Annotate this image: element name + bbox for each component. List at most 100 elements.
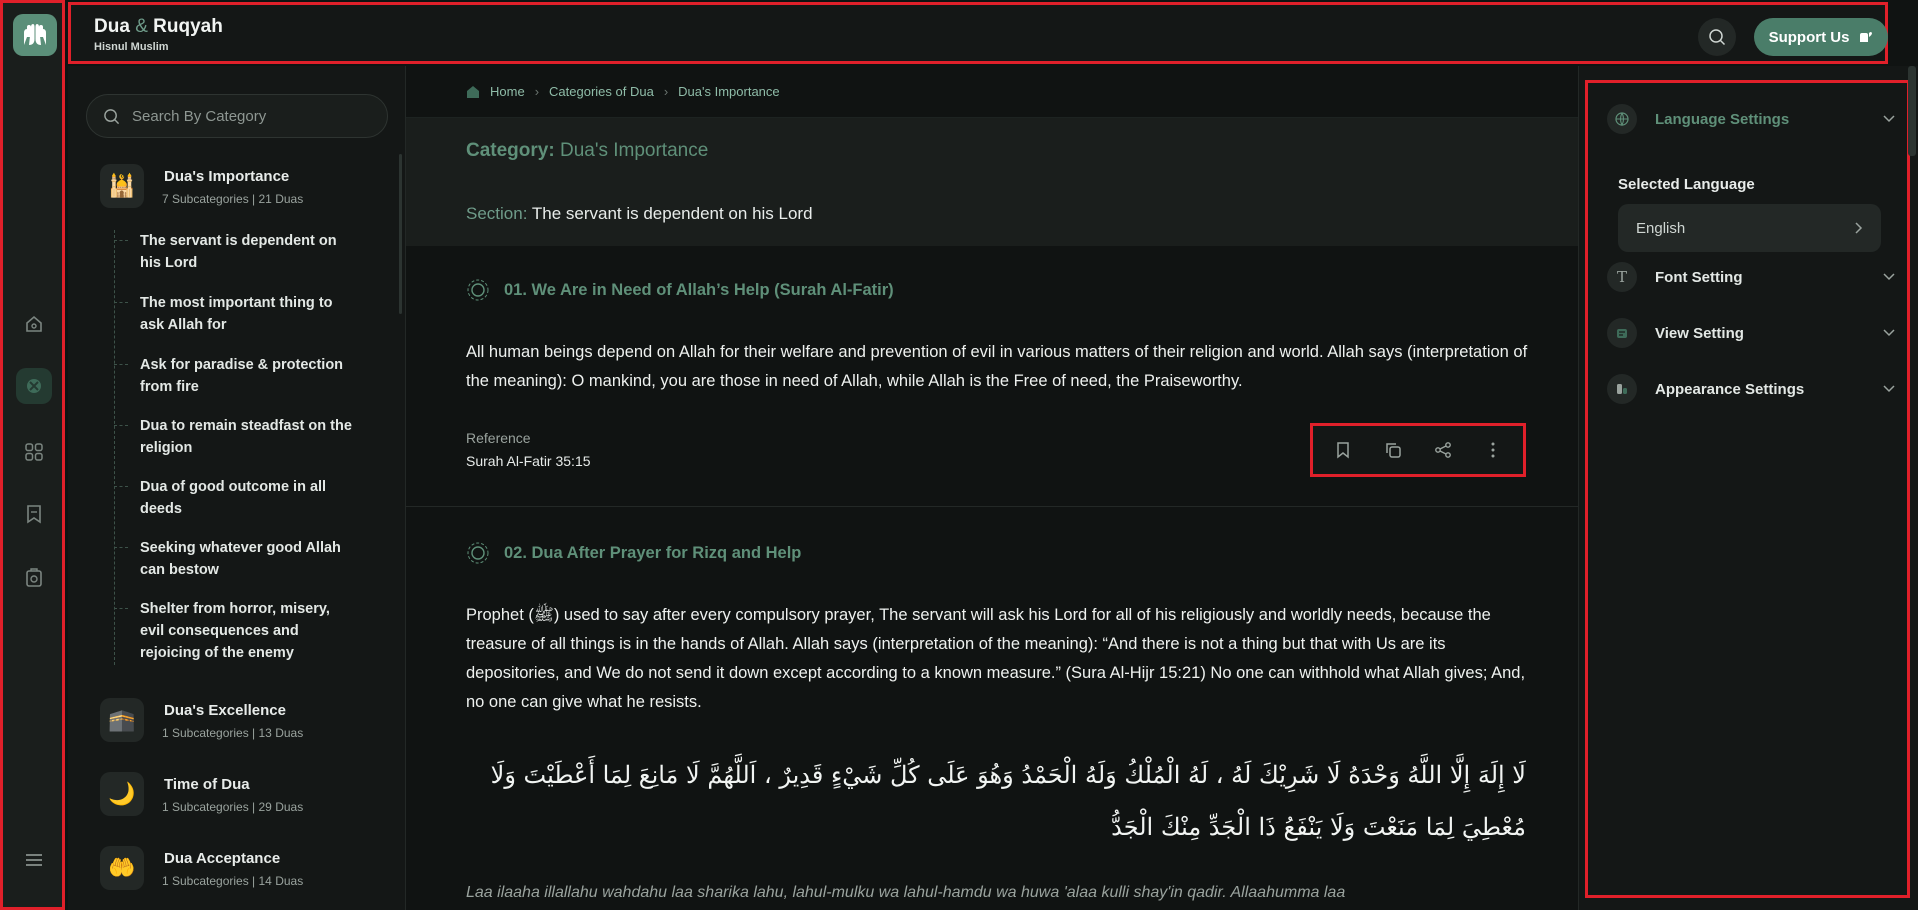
brand[interactable]: Dua & Ruqyah Hisnul Muslim <box>94 16 223 53</box>
category-item[interactable]: 🕋 Dua's Excellence 1 Subcategories | 13 … <box>100 698 390 748</box>
category-item[interactable]: 🌙 Time of Dua 1 Subcategories | 29 Duas <box>100 772 390 822</box>
category-meta: 1 Subcategories | 14 Duas <box>162 874 304 888</box>
support-us-label: Support Us <box>1768 28 1850 46</box>
support-us-button[interactable]: Support Us <box>1754 18 1888 56</box>
home-nav-button[interactable] <box>16 306 52 342</box>
globe-icon <box>1607 104 1637 134</box>
more-vertical-icon <box>1491 442 1495 458</box>
category-name: Dua's Excellence <box>164 702 286 719</box>
subcategory-item[interactable]: Ask for paradise & protection from fire <box>114 354 355 398</box>
subcategory-item[interactable]: Dua to remain steadfast on the religion <box>114 415 355 459</box>
view-setting-toggle[interactable]: View Setting <box>1607 316 1895 350</box>
chevron-right-icon <box>1855 222 1863 234</box>
breadcrumb-home[interactable]: Home <box>490 84 525 99</box>
category-search-input[interactable] <box>132 107 362 125</box>
dua-title: 02. Dua After Prayer for Rizq and Help <box>466 541 801 565</box>
category-name: Time of Dua <box>164 776 250 793</box>
category-search[interactable] <box>86 94 388 138</box>
subcategory-item[interactable]: Shelter from horror, misery, evil conseq… <box>114 598 355 664</box>
category-meta: 1 Subcategories | 29 Duas <box>162 800 304 814</box>
dua-arabic-text: لَا إِلَهَ إِلَّا اللَّهُ وَحْدَهُ لَا ش… <box>490 761 1526 841</box>
search-button[interactable] <box>1698 18 1736 56</box>
subcategory-item[interactable]: Seeking whatever good Allah can bestow <box>114 537 355 581</box>
category-panel: 🕌 Dua's Importance 7 Subcategories | 21 … <box>68 66 406 910</box>
category-meta: 1 Subcategories | 13 Duas <box>162 726 304 740</box>
app-logo[interactable] <box>13 14 57 56</box>
bookmark-icon <box>1337 442 1349 459</box>
category-item[interactable]: 🕌 Dua's Importance 7 Subcategories | 21 … <box>100 164 390 214</box>
page-scrollbar[interactable] <box>1908 66 1916 156</box>
chevron-down-icon <box>1883 385 1895 393</box>
language-settings-toggle[interactable]: Language Settings <box>1607 102 1895 136</box>
chevron-down-icon <box>1883 329 1895 337</box>
share-button[interactable] <box>1425 432 1461 468</box>
more-options-button[interactable] <box>1475 432 1511 468</box>
divider <box>406 506 1578 507</box>
category-icon: 🕋 <box>100 698 144 742</box>
menu-icon <box>26 854 42 866</box>
search-icon <box>104 108 120 124</box>
categories-nav-button[interactable] <box>16 368 52 404</box>
home-icon <box>26 315 42 332</box>
chevron-right-icon: › <box>663 84 669 99</box>
bookmarks-nav-button[interactable] <box>16 496 52 532</box>
dua-actions <box>1310 423 1526 477</box>
search-icon <box>1709 29 1726 46</box>
chevron-down-icon <box>1883 115 1895 123</box>
dua-description: Prophet (ﷺ) used to say after every comp… <box>466 606 1526 711</box>
grid-nav-button[interactable] <box>16 434 52 470</box>
subcategory-tree-line <box>114 230 115 665</box>
settings-box: Language Settings Selected Language Engl… <box>1585 80 1910 898</box>
bookmark-button[interactable] <box>1325 432 1361 468</box>
dua-description: All human beings depend on Allah for the… <box>466 343 1528 390</box>
category-header: Category: Dua's Importance Section: The … <box>406 118 1578 246</box>
language-select[interactable]: English <box>1618 204 1881 252</box>
heart-hand-icon <box>1860 32 1873 42</box>
top-header: Dua & Ruqyah Hisnul Muslim Support Us <box>68 2 1888 64</box>
category-item[interactable]: 🤲 Dua Acceptance 1 Subcategories | 14 Du… <box>100 846 390 896</box>
ornament-icon <box>467 542 489 564</box>
subcategory-item[interactable]: The servant is dependent on his Lord <box>114 230 355 274</box>
category-name: Dua's Importance <box>164 168 290 185</box>
category-meta: 7 Subcategories | 21 Duas <box>162 192 304 206</box>
brand-subtitle: Hisnul Muslim <box>94 41 169 53</box>
selected-language-label: Selected Language <box>1618 176 1755 193</box>
home-icon <box>467 85 479 98</box>
brand-title: Dua & Ruqyah <box>94 16 223 37</box>
subcategory-item[interactable]: The most important thing to ask Allah fo… <box>114 292 355 336</box>
dua-content: Home › Categories of Dua › Dua's Importa… <box>406 66 1578 910</box>
font-setting-label: Font Setting <box>1655 268 1743 286</box>
category-icon: 🕌 <box>100 164 144 208</box>
selected-language-value: English <box>1636 219 1686 237</box>
appearance-settings-toggle[interactable]: Appearance Settings <box>1607 372 1895 406</box>
category-icon: 🤲 <box>100 846 144 890</box>
chevron-right-icon: › <box>534 84 540 99</box>
ruqyah-nav-button[interactable] <box>16 560 52 596</box>
ruqyah-icon <box>26 568 42 587</box>
reference-value: Surah Al-Fatir 35:15 <box>466 453 591 469</box>
language-settings-label: Language Settings <box>1655 110 1790 128</box>
category-icon: 🌙 <box>100 772 144 816</box>
left-nav-rail <box>0 0 65 910</box>
reference-label: Reference <box>466 430 531 446</box>
dua-title: 01. We Are in Need of Allah’s Help (Sura… <box>466 278 894 302</box>
settings-panel: Language Settings Selected Language Engl… <box>1578 66 1918 910</box>
grid-icon <box>25 443 43 461</box>
chevron-down-icon <box>1883 273 1895 281</box>
category-heading: Category: Dua's Importance <box>466 140 709 161</box>
breadcrumb-categories[interactable]: Categories of Dua <box>549 84 654 99</box>
view-setting-label: View Setting <box>1655 324 1744 342</box>
breadcrumb: Home › Categories of Dua › Dua's Importa… <box>406 66 1578 118</box>
subcategory-item[interactable]: Dua of good outcome in all deeds <box>114 476 355 520</box>
category-name: Dua Acceptance <box>164 850 281 867</box>
hands-logo-icon <box>24 24 46 45</box>
copy-button[interactable] <box>1375 432 1411 468</box>
appearance-settings-label: Appearance Settings <box>1655 380 1805 398</box>
share-icon <box>1435 442 1451 458</box>
font-setting-toggle[interactable]: T Font Setting <box>1607 260 1895 294</box>
bookmark-icon <box>27 505 41 524</box>
ornament-icon <box>467 279 489 301</box>
breadcrumb-current[interactable]: Dua's Importance <box>678 84 779 99</box>
menu-button[interactable] <box>16 842 52 878</box>
category-scrollbar[interactable] <box>399 154 402 314</box>
